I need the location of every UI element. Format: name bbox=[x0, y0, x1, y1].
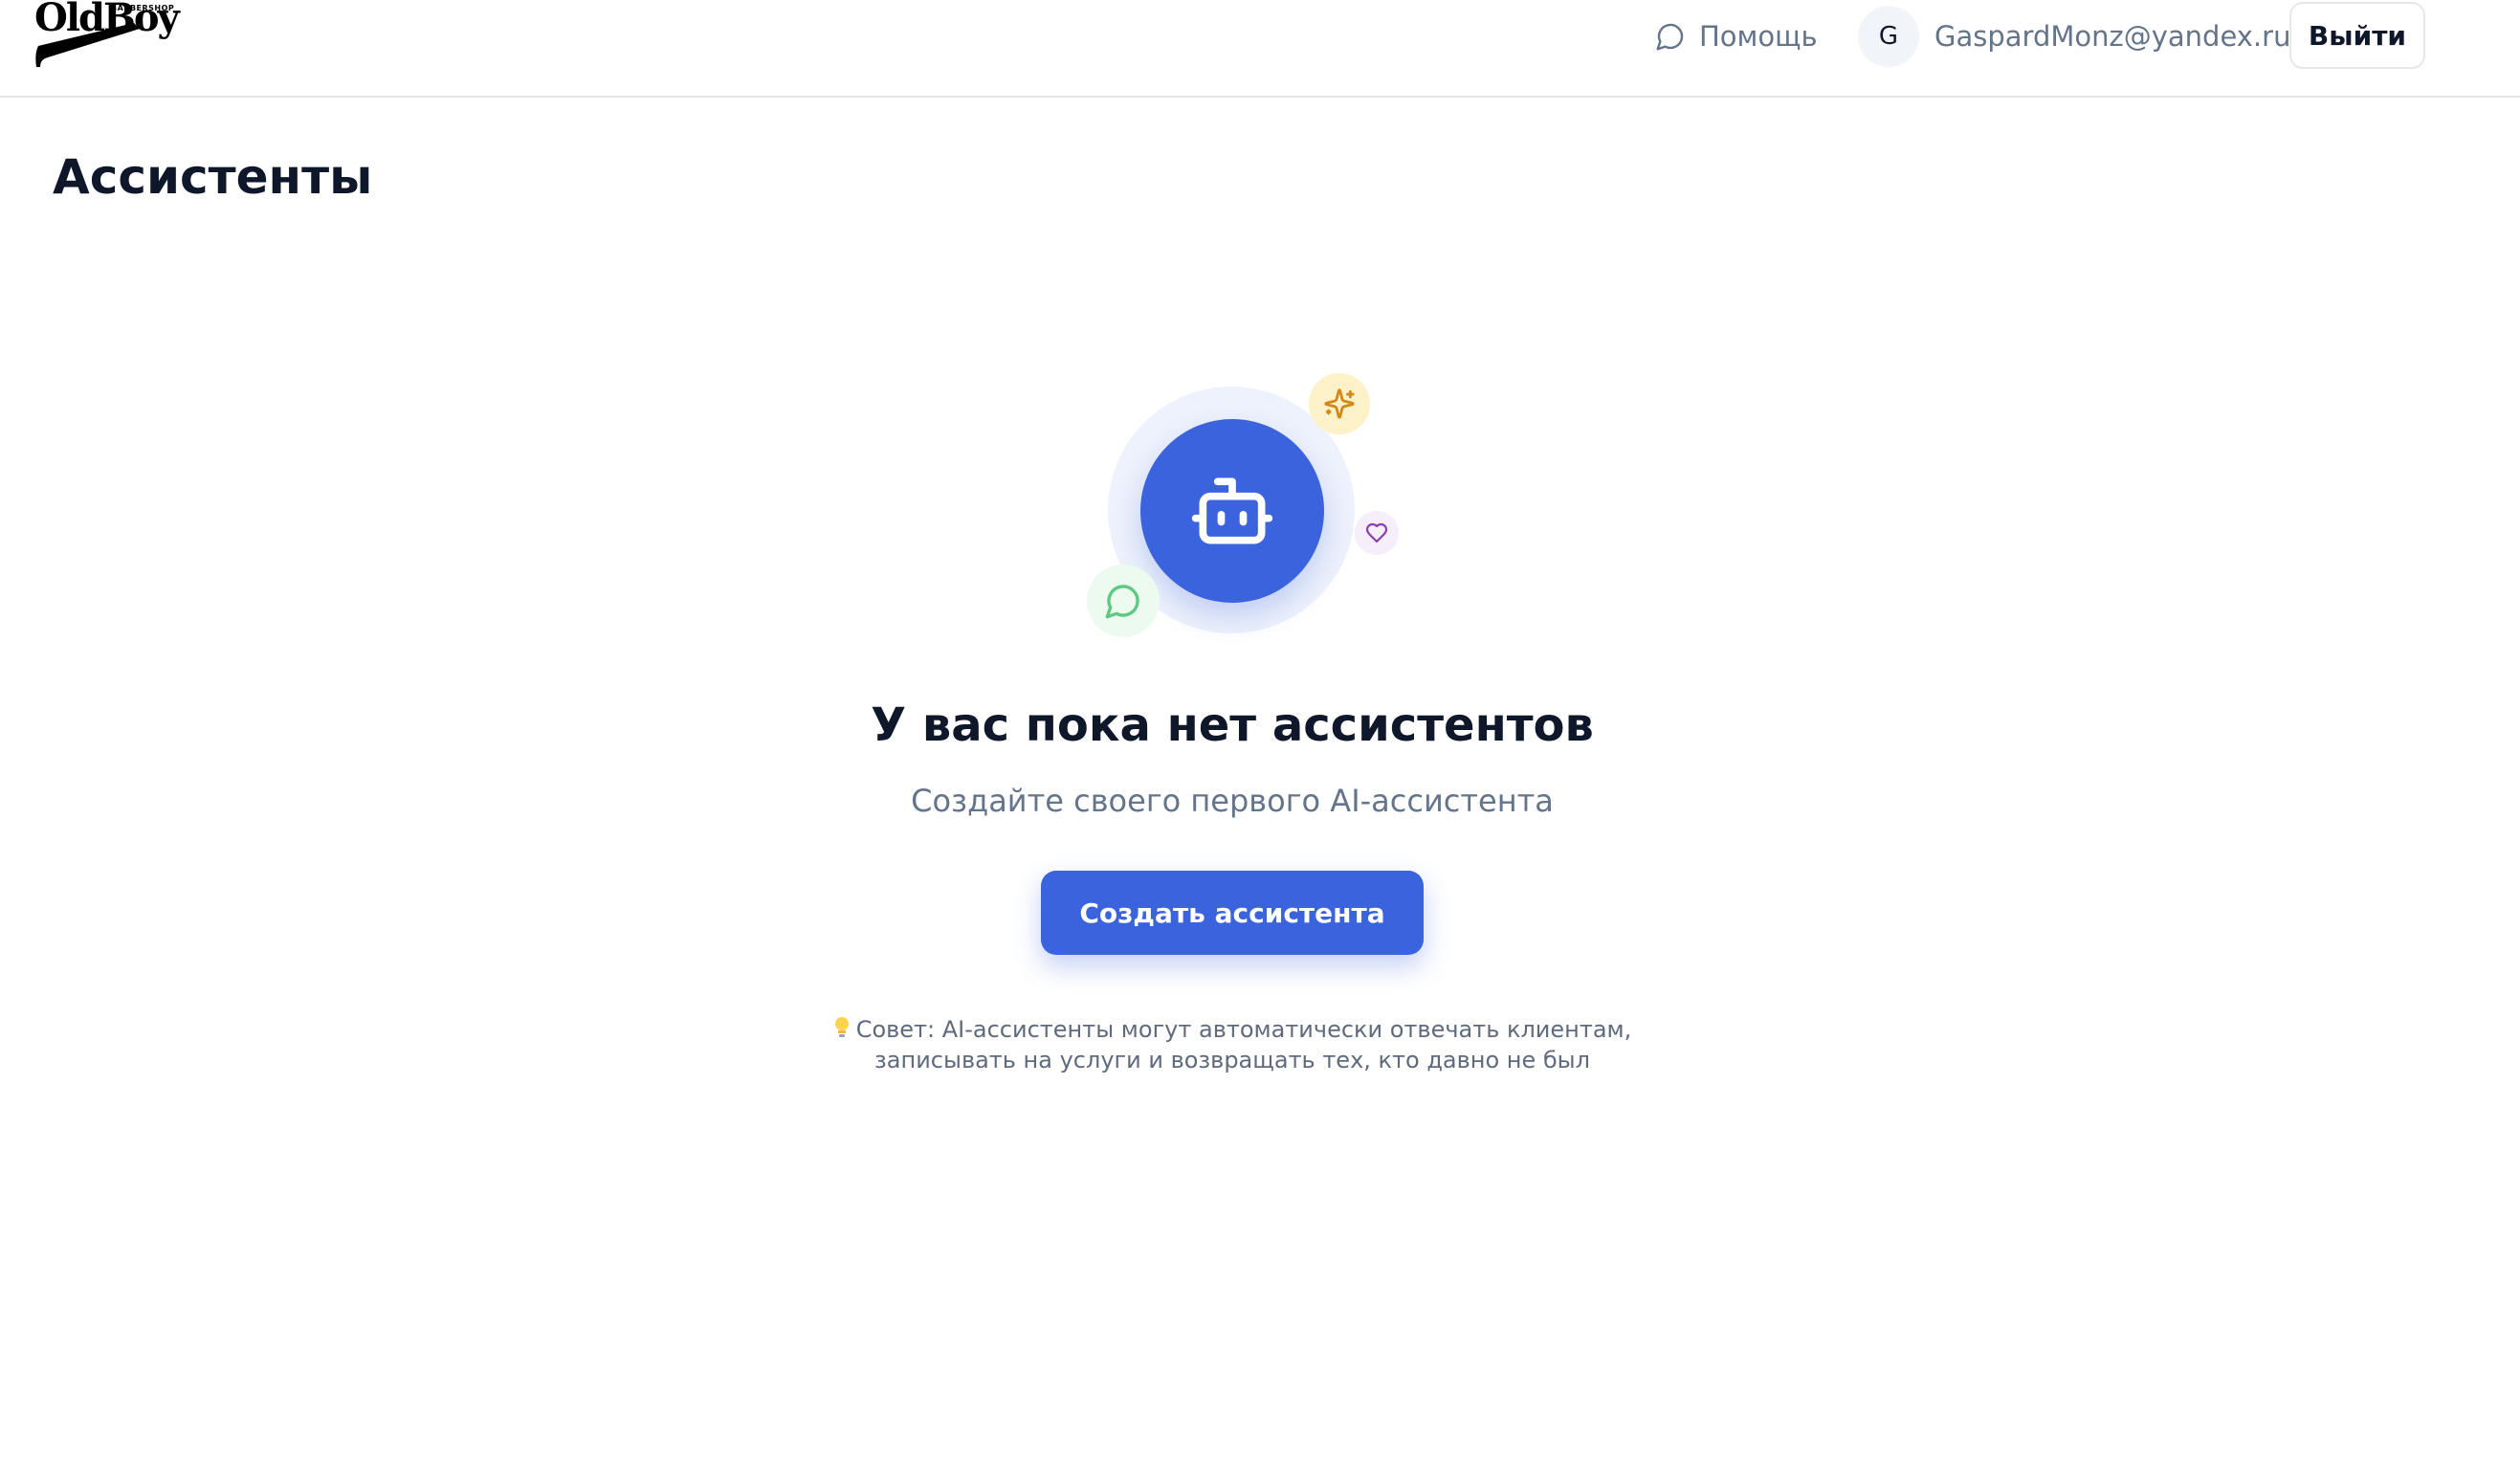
page-title: Ассистенты bbox=[53, 149, 373, 205]
chat-bubble-icon bbox=[1656, 23, 1684, 51]
sparkles-icon bbox=[1324, 388, 1355, 419]
lightbulb-icon bbox=[834, 1017, 849, 1037]
avatar-initial: G bbox=[1878, 22, 1899, 51]
chat-bubble-icon bbox=[1105, 585, 1139, 619]
user-avatar[interactable]: G bbox=[1858, 6, 1919, 67]
tip-line-1-text: Совет: AI-ассистенты могут автоматически… bbox=[855, 1016, 1632, 1043]
chat-badge bbox=[1087, 564, 1160, 637]
top-header: OldBoy BARBERSHOP Помощь G GaspardMonz@y… bbox=[0, 0, 2520, 98]
tip-line-2: записывать на услуги и возвращать тех, к… bbox=[874, 1047, 1590, 1074]
help-label: Помощь bbox=[1699, 20, 1818, 53]
tip-text: Совет: AI-ассистенты могут автоматически… bbox=[746, 1014, 1718, 1075]
tip-line-1: Совет: AI-ассистенты могут автоматически… bbox=[746, 1014, 1718, 1045]
heart-icon bbox=[1365, 522, 1388, 543]
oldboy-logo[interactable]: OldBoy BARBERSHOP bbox=[34, 0, 180, 69]
logo-subtext: BARBERSHOP bbox=[111, 4, 175, 12]
logout-button[interactable]: Выйти bbox=[2289, 2, 2425, 69]
robot-icon bbox=[1191, 477, 1273, 544]
sparkle-badge bbox=[1309, 373, 1370, 434]
robot-circle bbox=[1140, 419, 1324, 603]
help-link[interactable]: Помощь bbox=[1655, 15, 1818, 57]
create-assistant-button[interactable]: Создать ассистента bbox=[1041, 871, 1424, 955]
empty-state-illustration bbox=[1081, 373, 1426, 651]
user-email: GaspardMonz@yandex.ru bbox=[1934, 20, 2291, 53]
heart-badge bbox=[1355, 511, 1399, 555]
empty-state-subtitle: Создайте своего первого AI-ассистента bbox=[911, 783, 1554, 819]
empty-state-title: У вас пока нет ассистентов bbox=[871, 698, 1594, 752]
